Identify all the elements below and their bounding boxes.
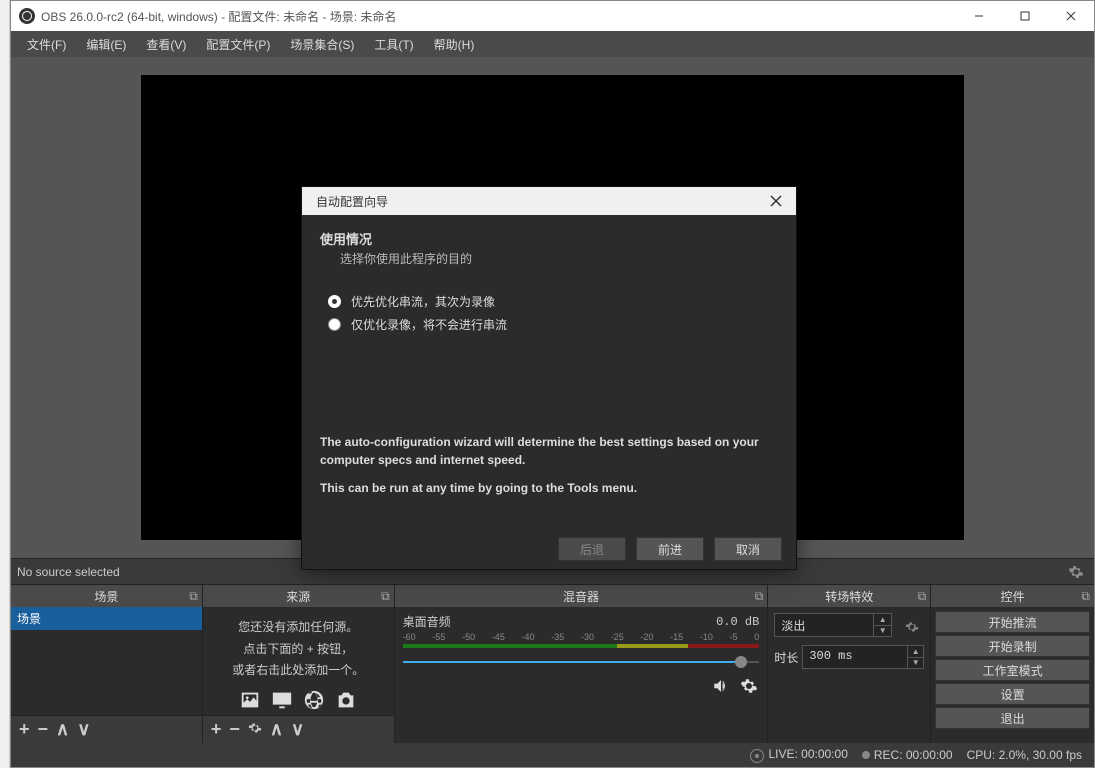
popout-icon[interactable]: ⧉: [755, 589, 764, 604]
dock-sources-title: 来源: [286, 588, 310, 605]
wizard-next-button[interactable]: 前进: [636, 537, 704, 561]
close-button[interactable]: [1048, 1, 1094, 31]
popout-icon[interactable]: ⧉: [381, 589, 390, 604]
scene-up-button[interactable]: ∧: [56, 719, 69, 740]
wizard-close-button[interactable]: [756, 187, 796, 215]
wizard-description: The auto-configuration wizard will deter…: [320, 433, 778, 497]
mixer-channel-desktop: 桌面音频 0.0 dB -60-55-50-45-40-35-30-25-20-…: [395, 607, 768, 702]
source-up-button[interactable]: ∧: [270, 719, 283, 740]
wizard-titlebar: 自动配置向导: [302, 187, 796, 215]
menu-file[interactable]: 文件(F): [19, 32, 74, 57]
cpu-indicator: CPU: 2.0%, 30.00 fps: [967, 748, 1082, 762]
start-recording-button[interactable]: 开始录制: [935, 635, 1090, 657]
menu-tools[interactable]: 工具(T): [366, 32, 421, 57]
duration-spinbox[interactable]: 300 ms ▲▼: [802, 645, 924, 669]
popout-icon[interactable]: ⧉: [1081, 589, 1090, 604]
sources-empty-hint: 您还没有添加任何源。 点击下面的 + 按钮， 或者右击此处添加一个。: [203, 607, 394, 712]
camera-source-icon: [332, 688, 360, 712]
mixer-db-readout: 0.0 dB: [716, 615, 759, 629]
rec-indicator: REC: 00:00:00: [862, 748, 953, 762]
duration-label: 时长: [774, 649, 798, 666]
menu-help[interactable]: 帮助(H): [426, 32, 483, 57]
window-title: OBS 26.0.0-rc2 (64-bit, windows) - 配置文件:…: [41, 8, 956, 25]
wizard-heading: 使用情况: [320, 229, 778, 248]
dock-transitions-title: 转场特效: [825, 588, 873, 605]
image-source-icon: [236, 688, 264, 712]
wizard-title: 自动配置向导: [316, 193, 756, 210]
transition-combo[interactable]: 淡出 ▲▼: [774, 613, 892, 637]
obs-logo-icon: [19, 8, 35, 24]
dock-transitions: 转场特效 ⧉ 淡出 ▲▼ 时长 300 ms ▲▼: [768, 585, 931, 743]
docks: 场景 ⧉ 场景 + − ∧ ∨ 来源 ⧉ 您还没有添加任何源。 点击下面的 + 按钮…: [11, 584, 1094, 743]
radio-unselected-icon: [328, 318, 341, 331]
sources-toolbar: + − ∧ ∨: [203, 715, 394, 743]
statusbar: LIVE: 00:00:00 REC: 00:00:00 CPU: 2.0%, …: [11, 743, 1094, 767]
wizard-option-streaming[interactable]: 优先优化串流，其次为录像: [328, 293, 778, 310]
mixer-volume-slider[interactable]: [403, 654, 760, 670]
speaker-icon[interactable]: [711, 676, 731, 696]
studio-mode-button[interactable]: 工作室模式: [935, 659, 1090, 681]
dock-scenes-title: 场景: [94, 588, 118, 605]
mixer-meter: [403, 644, 760, 648]
live-indicator: LIVE: 00:00:00: [750, 747, 847, 763]
exit-button[interactable]: 退出: [935, 707, 1090, 729]
wizard-option-recording[interactable]: 仅优化录像，将不会进行串流: [328, 316, 778, 333]
scene-down-button[interactable]: ∨: [77, 719, 90, 740]
popout-icon[interactable]: ⧉: [189, 589, 198, 604]
minimize-button[interactable]: [956, 1, 1002, 31]
dock-controls: 控件 ⧉ 开始推流 开始录制 工作室模式 设置 退出: [931, 585, 1094, 743]
dock-scenes: 场景 ⧉ 场景 + − ∧ ∨: [11, 585, 203, 743]
menu-edit[interactable]: 编辑(E): [78, 32, 134, 57]
source-properties-gear-icon[interactable]: [1064, 561, 1088, 583]
dock-controls-title: 控件: [1001, 588, 1025, 605]
no-source-text: No source selected: [17, 565, 120, 579]
scene-add-button[interactable]: +: [19, 719, 30, 740]
wizard-back-button[interactable]: 后退: [558, 537, 626, 561]
scenes-toolbar: + − ∧ ∨: [11, 715, 202, 743]
dock-mixer: 混音器 ⧉ 桌面音频 0.0 dB -60-55-50-45-40-35-30-2…: [395, 585, 769, 743]
mixer-settings-gear-icon[interactable]: [739, 676, 759, 696]
menu-view[interactable]: 查看(V): [138, 32, 194, 57]
mixer-channel-label: 桌面音频: [403, 613, 451, 630]
auto-config-wizard-dialog: 自动配置向导 使用情况 选择你使用此程序的目的 优先优化串流，其次为录像 仅优化…: [301, 186, 797, 570]
maximize-button[interactable]: [1002, 1, 1048, 31]
mixer-scale: -60-55-50-45-40-35-30-25-20-15-10-50: [403, 632, 760, 642]
transition-settings-gear-icon[interactable]: [900, 615, 924, 639]
titlebar: OBS 26.0.0-rc2 (64-bit, windows) - 配置文件:…: [11, 1, 1094, 31]
scene-remove-button[interactable]: −: [38, 719, 49, 740]
menu-scene-collection[interactable]: 场景集合(S): [282, 32, 362, 57]
dock-sources: 来源 ⧉ 您还没有添加任何源。 点击下面的 + 按钮， 或者右击此处添加一个。 +…: [203, 585, 395, 743]
source-add-button[interactable]: +: [211, 719, 222, 740]
globe-source-icon: [300, 688, 328, 712]
popout-icon[interactable]: ⧉: [918, 589, 927, 604]
scene-item-selected[interactable]: 场景: [11, 607, 202, 630]
menubar: 文件(F) 编辑(E) 查看(V) 配置文件(P) 场景集合(S) 工具(T) …: [11, 31, 1094, 57]
settings-button[interactable]: 设置: [935, 683, 1090, 705]
wizard-subheading: 选择你使用此程序的目的: [340, 250, 778, 267]
dock-mixer-title: 混音器: [563, 588, 599, 605]
source-down-button[interactable]: ∨: [291, 719, 304, 740]
menu-profile[interactable]: 配置文件(P): [198, 32, 278, 57]
radio-selected-icon: [328, 295, 341, 308]
source-remove-button[interactable]: −: [229, 719, 240, 740]
display-source-icon: [268, 688, 296, 712]
wizard-cancel-button[interactable]: 取消: [714, 537, 782, 561]
start-streaming-button[interactable]: 开始推流: [935, 611, 1090, 633]
source-properties-button[interactable]: [248, 719, 262, 740]
